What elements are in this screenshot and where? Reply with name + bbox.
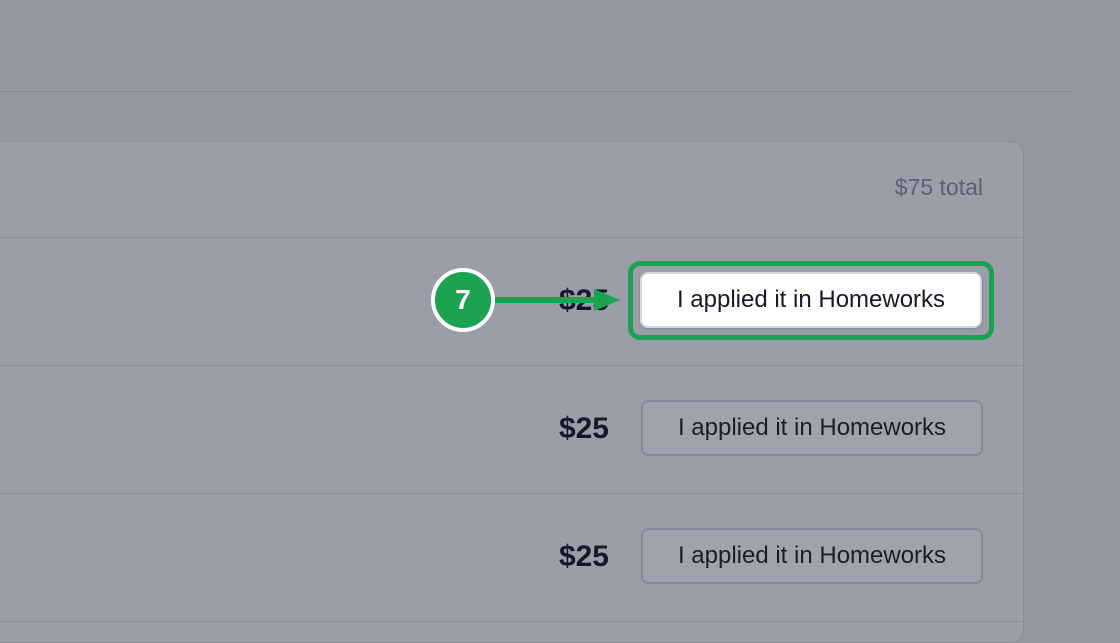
applied-in-homeworks-button[interactable]: I applied it in Homeworks <box>641 528 983 584</box>
step-badge: 7 <box>431 268 495 332</box>
credit-row: $25 I applied it in Homeworks <box>0 366 1023 494</box>
applied-in-homeworks-button[interactable]: I applied it in Homeworks <box>641 400 983 456</box>
credit-amount: $25 <box>558 540 609 573</box>
credits-card: $75 total $25 I applied it in Homeworks … <box>0 141 1024 643</box>
credit-amount: $25 <box>558 412 609 445</box>
top-divider <box>0 91 1072 92</box>
total-amount: $75 total <box>894 174 983 200</box>
applied-in-homeworks-button-highlighted[interactable]: I applied it in Homeworks <box>640 272 982 328</box>
card-header: $75 total <box>0 142 1023 238</box>
credit-row: $25 I applied it in Homeworks <box>0 494 1023 622</box>
step-arrow-icon <box>494 289 620 311</box>
